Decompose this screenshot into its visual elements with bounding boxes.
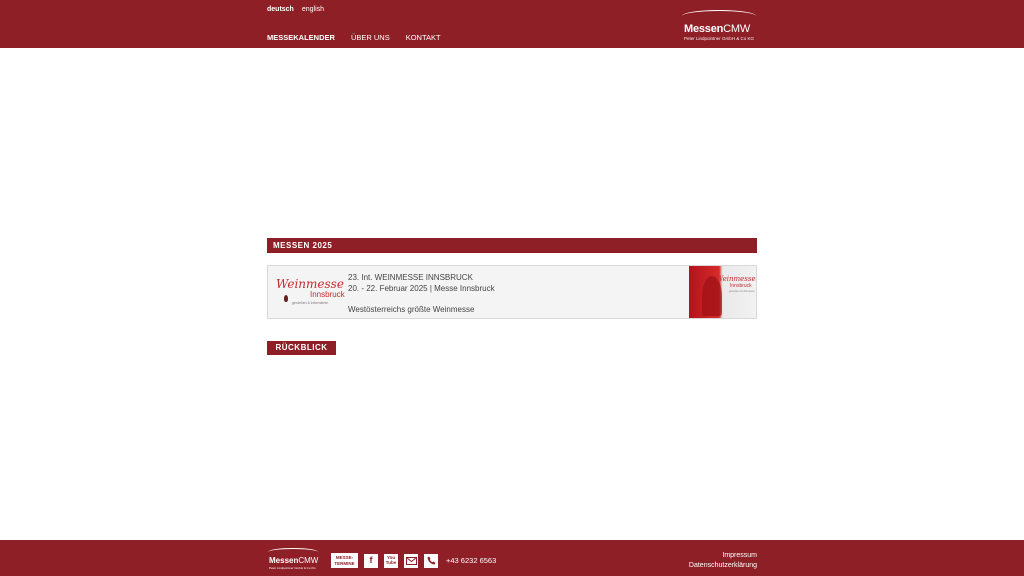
event-title[interactable]: 23. Int. WEINMESSE INNSBRUCK	[348, 272, 495, 283]
footer-link-datenschutz[interactable]: Datenschutzerklärung	[689, 561, 757, 571]
event-description: Westösterreichs größte Weinmesse	[348, 305, 475, 314]
event-thumbnail[interactable]: Weinmesse Innsbruck genießen & informier…	[689, 266, 756, 318]
nav-item-ueber-uns[interactable]: ÜBER UNS	[351, 33, 390, 42]
footer-links: Impressum Datenschutzerklärung	[689, 551, 757, 571]
lang-english[interactable]: english	[302, 6, 324, 13]
main-nav: MESSEKALENDER ÜBER UNS KONTAKT	[267, 33, 441, 42]
mail-icon[interactable]	[404, 553, 418, 568]
footer-link-impressum[interactable]: Impressum	[689, 551, 757, 561]
phone-icon[interactable]	[424, 553, 438, 568]
event-logo-script: Weinmesse	[276, 277, 344, 291]
site-logo[interactable]: MessenCMW Peter Lindpointner GmbH & Co K…	[680, 10, 760, 44]
youtube-icon[interactable]: You Tube	[384, 553, 398, 568]
review-button[interactable]: RÜCKBLICK	[267, 341, 336, 355]
event-date-location: 20. - 22. Februar 2025 | Messe Innsbruck	[348, 284, 495, 293]
footer-logo-text: MessenCMW	[269, 556, 319, 565]
event-card[interactable]: Weinmesse Innsbruck genießen & informier…	[267, 265, 757, 319]
event-logo: Weinmesse Innsbruck genießen & informier…	[272, 270, 345, 314]
messetermine-badge[interactable]: MESSE- TERMINE	[331, 553, 358, 568]
language-switcher: deutsch english	[267, 6, 324, 13]
footer-logo-arc	[268, 548, 318, 556]
site-header: deutsch english MESSEKALENDER ÜBER UNS K…	[0, 0, 1024, 48]
wine-glass-icon	[284, 295, 288, 302]
section-title-messen: MESSEN 2025	[267, 238, 757, 253]
logo-tagline: Peter Lindpointner GmbH & Co KG	[684, 36, 755, 41]
lang-deutsch[interactable]: deutsch	[267, 6, 294, 13]
logo-text: MessenCMW	[684, 23, 751, 35]
phone-number[interactable]: +43 6232 6563	[446, 556, 496, 565]
thumbnail-script: Weinmesse	[716, 275, 756, 283]
event-logo-tagline: genießen & informieren	[292, 301, 329, 305]
footer-icons: MESSE- TERMINE f You Tube +43 6232 6563	[331, 553, 496, 568]
thumbnail-tagline: genießen & informieren	[729, 290, 755, 293]
footer-logo-tagline: Peter Lindpointner GmbH & Co KG	[269, 566, 316, 570]
event-logo-city: Innsbruck	[310, 290, 345, 299]
facebook-icon[interactable]: f	[364, 553, 378, 568]
site-footer: MessenCMW Peter Lindpointner GmbH & Co K…	[0, 540, 1024, 576]
nav-item-messekalender[interactable]: MESSEKALENDER	[267, 33, 335, 42]
footer-logo[interactable]: MessenCMW Peter Lindpointner GmbH & Co K…	[267, 547, 322, 571]
event-info: 23. Int. WEINMESSE INNSBRUCK 20. - 22. F…	[348, 272, 495, 315]
nav-item-kontakt[interactable]: KONTAKT	[406, 33, 441, 42]
logo-arc	[682, 10, 756, 22]
thumbnail-city: Innsbruck	[730, 283, 752, 289]
